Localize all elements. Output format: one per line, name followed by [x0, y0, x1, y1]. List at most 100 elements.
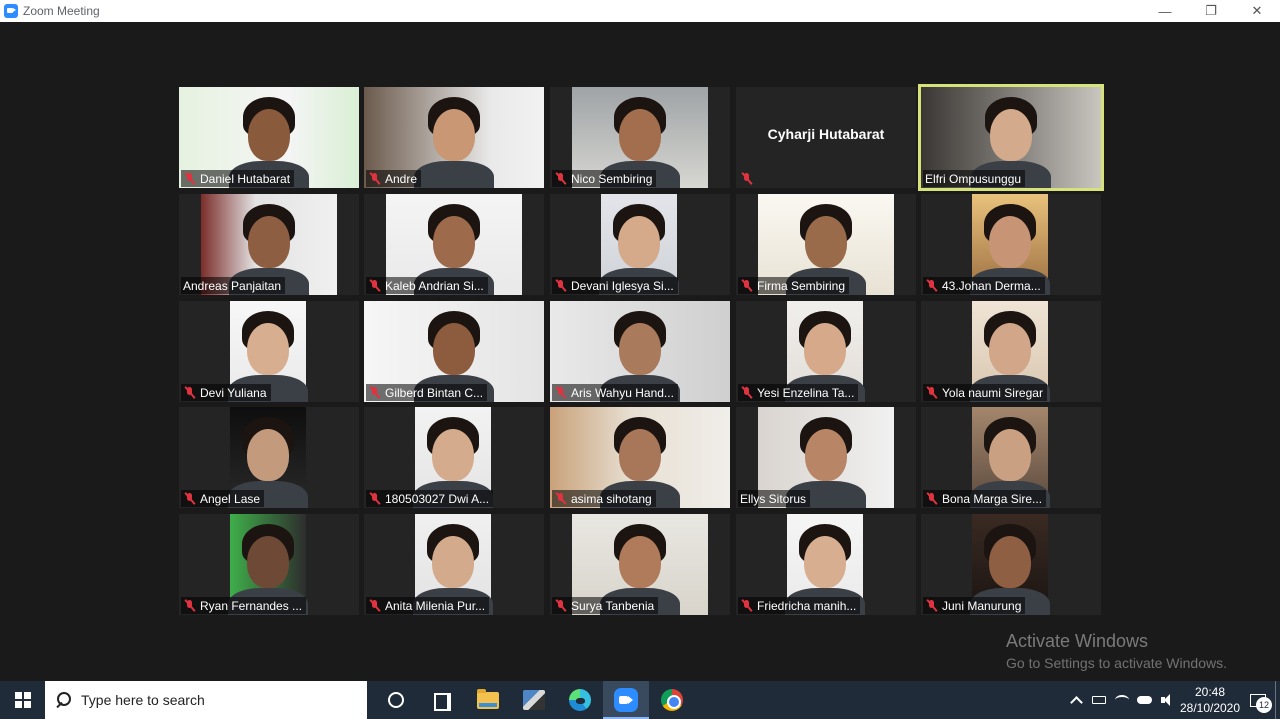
participant-tile[interactable]: Juni Manurung	[921, 514, 1101, 615]
participant-name: Yesi Enzelina Ta...	[757, 385, 855, 400]
participant-tile[interactable]: Kaleb Andrian Si...	[364, 194, 544, 295]
muted-mic-icon	[925, 599, 938, 612]
zoom-logo-icon	[4, 4, 18, 18]
participant-tile[interactable]: Devi Yuliana	[179, 301, 359, 402]
muted-mic-icon	[368, 386, 381, 399]
activation-watermark-subtitle: Go to Settings to activate Windows.	[1006, 655, 1227, 671]
participant-tile[interactable]: Surya Tanbenia	[550, 514, 730, 615]
chrome-button[interactable]	[649, 681, 695, 719]
participant-tile[interactable]: Gilberd Bintan C...	[364, 301, 544, 402]
action-center-button[interactable]: 12	[1241, 681, 1275, 719]
start-button[interactable]	[0, 681, 45, 719]
participant-name-tag: Devani Iglesya Si...	[552, 277, 678, 294]
muted-mic-icon	[554, 599, 567, 612]
clock-time: 20:48	[1194, 685, 1226, 699]
participant-name: Andre	[385, 171, 418, 186]
participant-tile[interactable]: Firma Sembiring	[736, 194, 916, 295]
participant-name-tag	[738, 170, 761, 187]
participant-name-tag: 43.Johan Derma...	[923, 277, 1045, 294]
participant-name: asima sihotang	[571, 491, 652, 506]
participant-tile[interactable]: Ellys Sitorus	[736, 407, 916, 508]
file-explorer-button[interactable]	[465, 681, 511, 719]
close-button[interactable]: ✕	[1234, 0, 1280, 22]
participant-tile[interactable]: Angel Lase	[179, 407, 359, 508]
participant-name: Daniel Hutabarat	[200, 171, 291, 186]
participant-name: Ryan Fernandes ...	[200, 598, 303, 613]
participant-name-tag: 180503027 Dwi A...	[366, 490, 494, 507]
clock-date: 28/10/2020	[1179, 701, 1241, 715]
participant-name-tag: Anita Milenia Pur...	[366, 597, 490, 614]
clock[interactable]: 20:48 28/10/2020	[1179, 681, 1241, 719]
show-hidden-icons-chevron-icon[interactable]	[1065, 681, 1087, 719]
participant-name-tag: Surya Tanbenia	[552, 597, 659, 614]
cortana-button[interactable]	[373, 681, 419, 719]
muted-mic-icon	[183, 599, 196, 612]
participant-tile[interactable]: Daniel Hutabarat	[179, 87, 359, 188]
participant-tile[interactable]: Aris Wahyu Hand...	[550, 301, 730, 402]
edge-button[interactable]	[557, 681, 603, 719]
muted-mic-icon	[740, 279, 753, 292]
participant-name-tag: Elfri Ompusunggu	[923, 170, 1026, 187]
participant-tile[interactable]: Cyharji Hutabarat	[736, 87, 916, 188]
file-explorer-icon	[477, 688, 499, 709]
task-view-button[interactable]	[419, 681, 465, 719]
windows-taskbar: Type here to search 20:48 28/10/2020 12	[0, 681, 1280, 719]
media-app-button[interactable]	[511, 681, 557, 719]
participant-tile[interactable]: Elfri Ompusunggu	[918, 84, 1104, 191]
participant-tile[interactable]: Andreas Panjaitan	[179, 194, 359, 295]
participant-name-tag: Daniel Hutabarat	[181, 170, 295, 187]
participant-name-tag: asima sihotang	[552, 490, 656, 507]
participant-tile[interactable]: Ryan Fernandes ...	[179, 514, 359, 615]
wifi-icon[interactable]	[1110, 681, 1133, 719]
participant-tile[interactable]: 43.Johan Derma...	[921, 194, 1101, 295]
onedrive-cloud-icon[interactable]	[1133, 681, 1156, 719]
muted-mic-icon	[554, 492, 567, 505]
battery-icon[interactable]	[1087, 681, 1110, 719]
participant-name: Surya Tanbenia	[571, 598, 655, 613]
participant-name: Bona Marga Sire...	[942, 491, 1043, 506]
participant-tile[interactable]: 180503027 Dwi A...	[364, 407, 544, 508]
participant-tile[interactable]: Bona Marga Sire...	[921, 407, 1101, 508]
participant-name-tag: Yola naumi Siregar	[923, 384, 1047, 401]
participant-name: Gilberd Bintan C...	[385, 385, 484, 400]
muted-mic-icon	[925, 279, 938, 292]
participant-name-tag: Bona Marga Sire...	[923, 490, 1047, 507]
participant-name: Angel Lase	[200, 491, 261, 506]
participant-name: Nico Sembiring	[571, 171, 653, 186]
restore-button[interactable]: ❐	[1188, 0, 1234, 22]
participant-tile[interactable]: Yola naumi Siregar	[921, 301, 1101, 402]
participant-name-tag: Angel Lase	[181, 490, 265, 507]
participant-tile[interactable]: Anita Milenia Pur...	[364, 514, 544, 615]
participant-name: Ellys Sitorus	[740, 491, 807, 506]
participant-name: Aris Wahyu Hand...	[571, 385, 674, 400]
participant-name-tag: Gilberd Bintan C...	[366, 384, 488, 401]
muted-mic-icon	[183, 386, 196, 399]
participant-name-tag: Andre	[366, 170, 422, 187]
muted-mic-icon	[554, 386, 567, 399]
activation-watermark-title: Activate Windows	[1006, 631, 1149, 651]
muted-mic-icon	[183, 492, 196, 505]
taskbar-search-box[interactable]: Type here to search	[45, 681, 367, 719]
participant-tile[interactable]: Friedricha manih...	[736, 514, 916, 615]
muted-mic-icon	[554, 279, 567, 292]
volume-icon[interactable]	[1156, 681, 1179, 719]
participant-name-tag: Ellys Sitorus	[738, 490, 811, 507]
participant-tile[interactable]: Andre	[364, 87, 544, 188]
window-title: Zoom Meeting	[23, 4, 100, 18]
windows-logo-icon	[14, 692, 31, 708]
show-desktop-button[interactable]	[1275, 681, 1280, 719]
participant-tile[interactable]: Devani Iglesya Si...	[550, 194, 730, 295]
participant-tile[interactable]: Yesi Enzelina Ta...	[736, 301, 916, 402]
muted-mic-icon	[925, 492, 938, 505]
minimize-button[interactable]: —	[1142, 0, 1188, 22]
notification-count-badge: 12	[1256, 697, 1272, 713]
participant-name: Andreas Panjaitan	[183, 278, 282, 293]
participant-name-tag: Friedricha manih...	[738, 597, 861, 614]
participant-name-tag: Andreas Panjaitan	[181, 277, 286, 294]
participant-tile[interactable]: Nico Sembiring	[550, 87, 730, 188]
zoom-taskbar-button[interactable]	[603, 681, 649, 719]
participant-name: Anita Milenia Pur...	[385, 598, 486, 613]
participant-tile[interactable]: asima sihotang	[550, 407, 730, 508]
chrome-icon	[661, 689, 683, 711]
muted-mic-icon	[740, 172, 753, 185]
